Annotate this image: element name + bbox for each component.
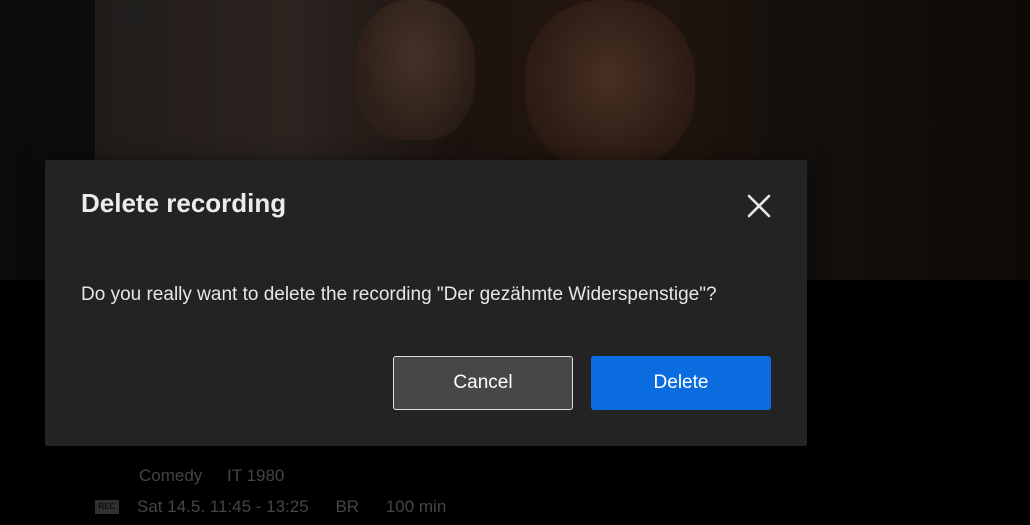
close-icon [747,194,771,218]
close-button[interactable] [743,190,775,222]
dialog-title: Delete recording [81,188,287,218]
delete-button[interactable]: Delete [591,356,771,410]
dialog-message: Do you really want to delete the recordi… [81,284,717,305]
delete-recording-dialog: Delete recording Do you really want to d… [45,160,807,446]
cancel-button[interactable]: Cancel [393,356,573,410]
